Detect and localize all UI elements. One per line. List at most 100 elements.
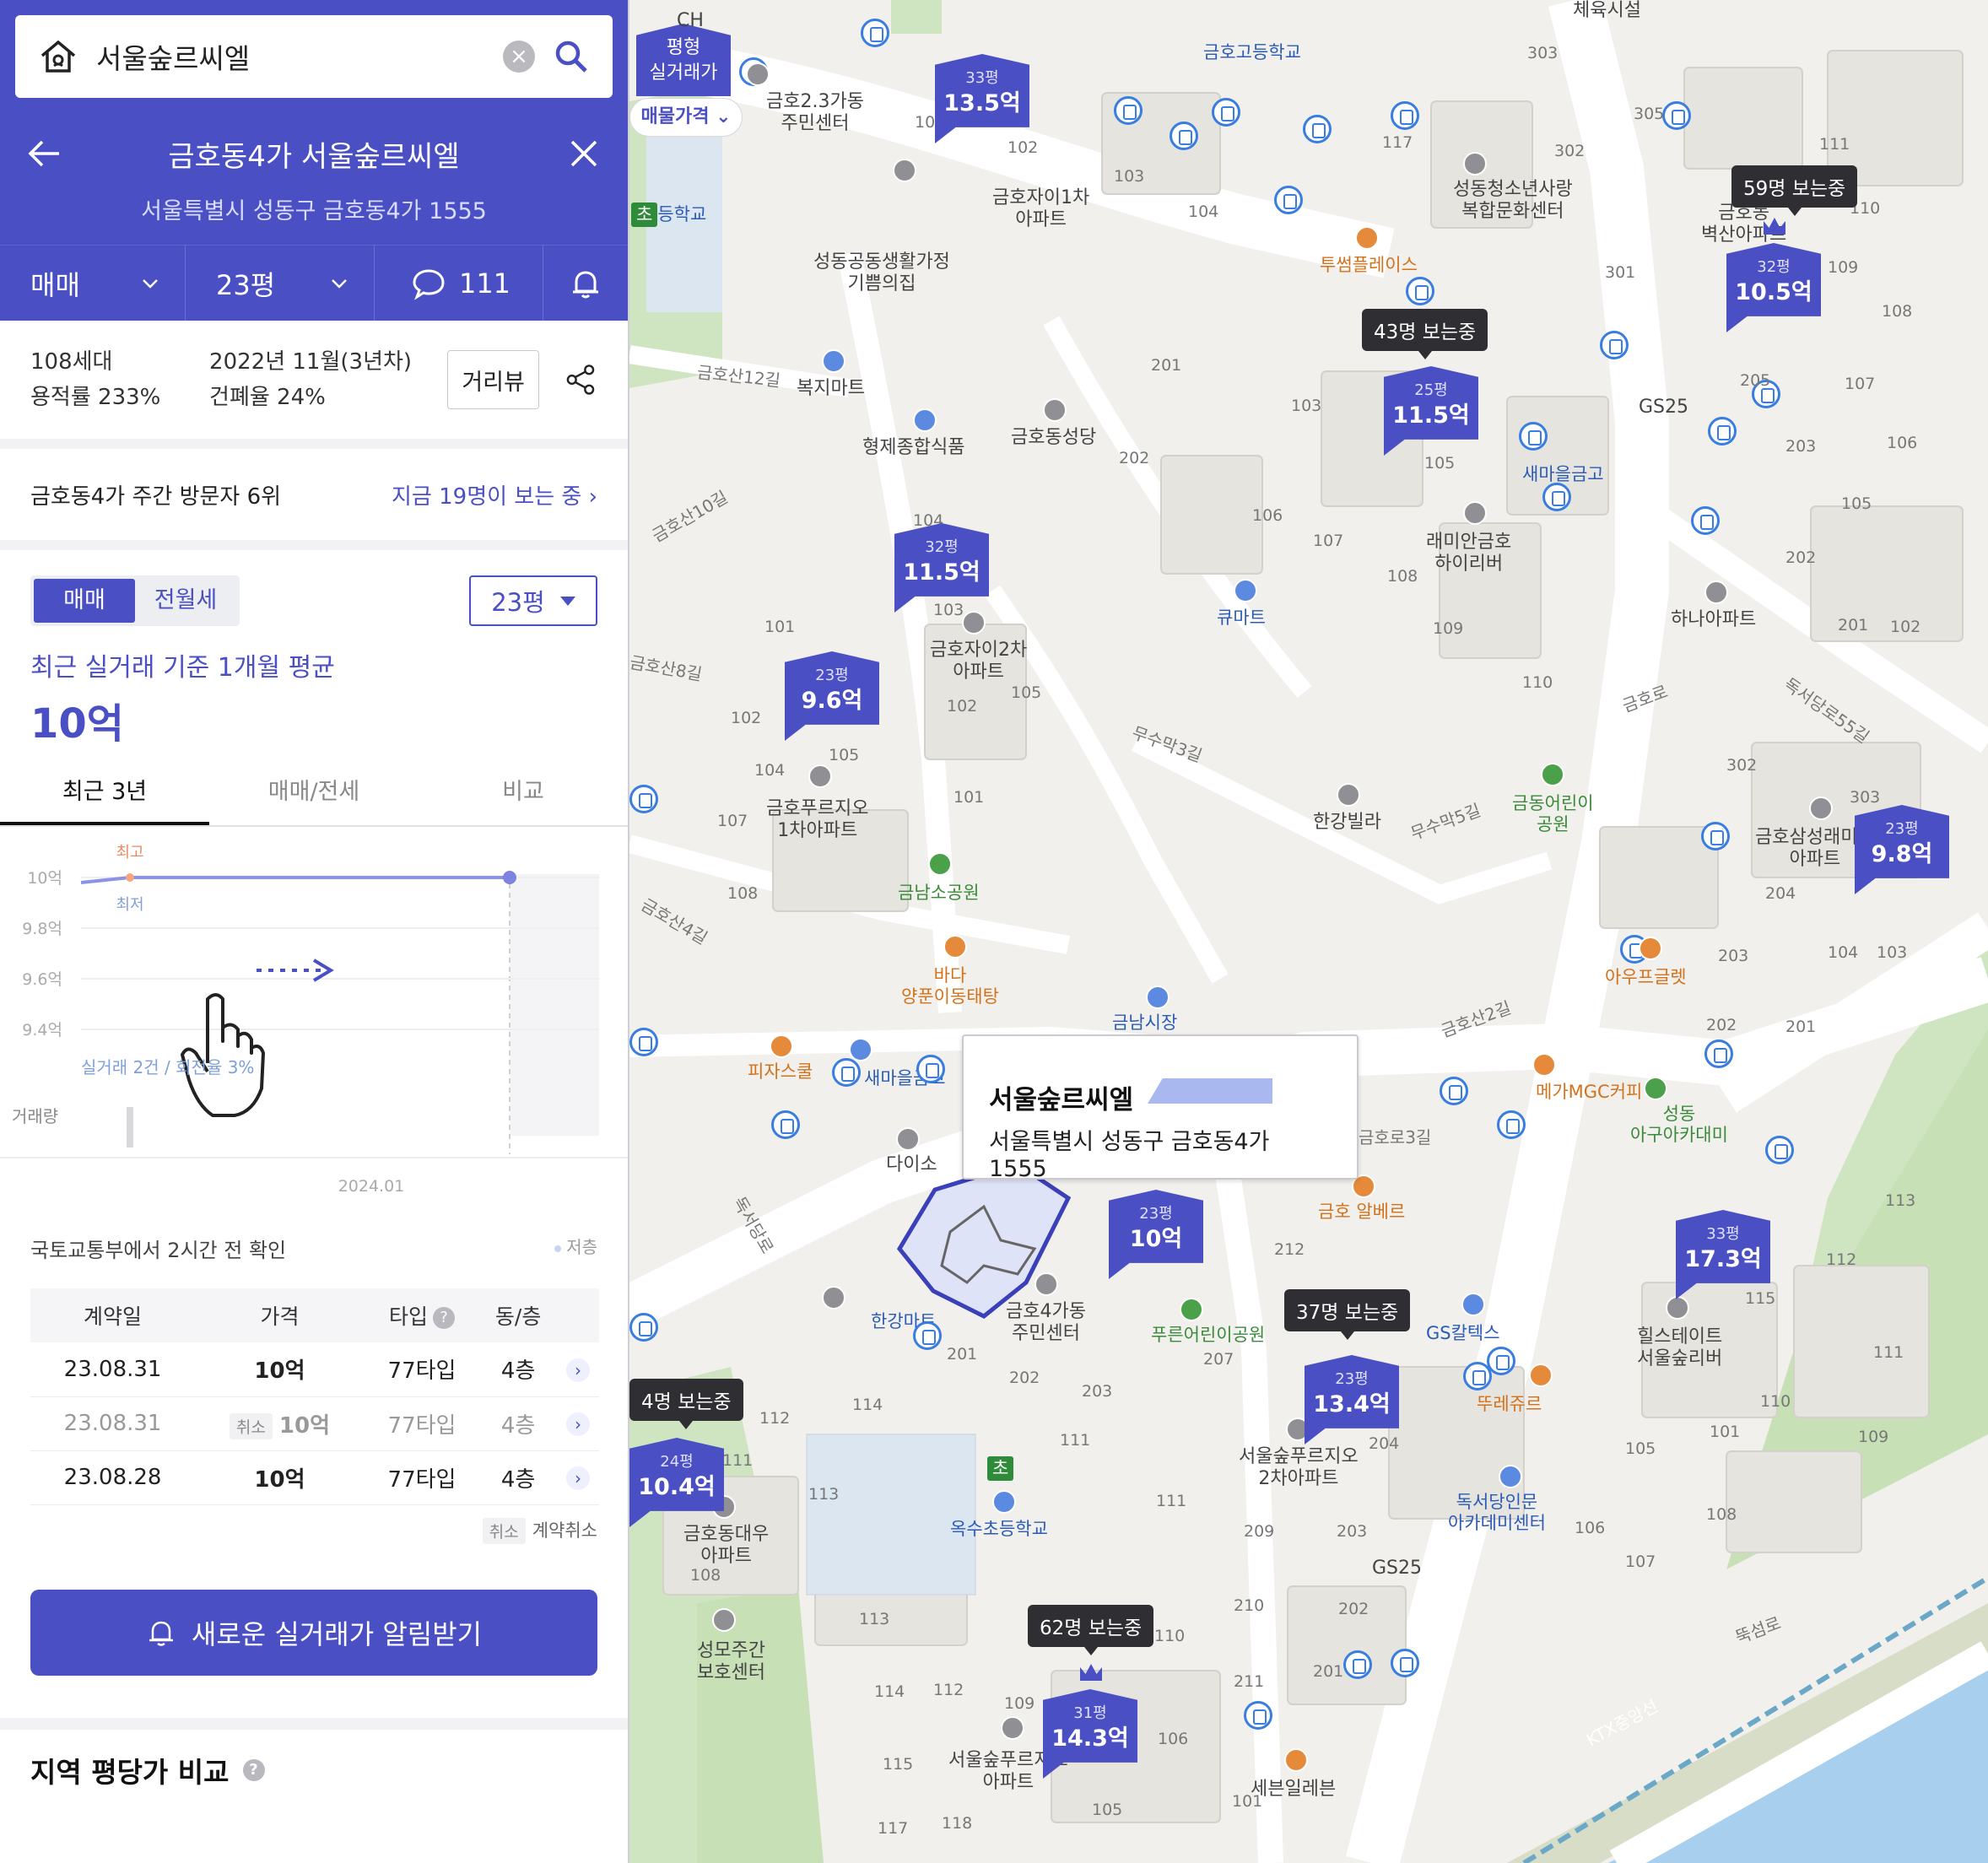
park-icon[interactable] (1541, 763, 1564, 786)
map-label[interactable]: 세븐일레븐 (1251, 1779, 1336, 1801)
map-label[interactable]: GS25 (1372, 1558, 1422, 1580)
map-label[interactable]: 다이소 (886, 1154, 937, 1176)
map-label[interactable]: CH (677, 10, 704, 32)
building-icon[interactable] (1704, 580, 1728, 604)
building-icon[interactable] (893, 159, 916, 182)
price-chart[interactable]: 10억 9.8억 9.6억 9.4억 최고 최저 실거래 2건 / 회전율 3% 거래량 202… (0, 827, 628, 1228)
map-label[interactable]: 피자스쿨 (748, 1061, 813, 1083)
clear-icon[interactable]: × (503, 40, 535, 73)
building-icon[interactable] (1463, 152, 1487, 176)
table-row[interactable]: 23.08.31 취소 10억 77타입 4층 › (30, 1396, 599, 1451)
chevron-right-icon[interactable]: › (566, 1466, 590, 1490)
price-pin[interactable]: 23평 13.4억 (1305, 1343, 1399, 1444)
bus-stop-icon[interactable] (1114, 96, 1143, 125)
chevron-right-icon[interactable]: › (566, 1358, 590, 1382)
bus-stop-icon[interactable] (1542, 483, 1571, 511)
building-icon[interactable] (1644, 1077, 1667, 1100)
elementary-flag-icon[interactable]: 초 (987, 1456, 1014, 1482)
bus-stop-icon[interactable] (913, 1321, 942, 1350)
bus-stop-icon[interactable] (1244, 1701, 1272, 1730)
building-icon[interactable] (808, 764, 832, 788)
map-label[interactable]: 복지마트 (797, 378, 865, 400)
map-label[interactable]: 옥수초등학교 (950, 1519, 1048, 1540)
map-label[interactable]: 뚜레쥬르 (1477, 1394, 1542, 1415)
bus-stop-icon[interactable] (1691, 506, 1720, 535)
bus-stop-icon[interactable] (861, 19, 889, 47)
bakery-icon[interactable] (1529, 1364, 1553, 1387)
map-label[interactable]: 금남소공원 (898, 883, 980, 904)
building-icon[interactable] (1463, 501, 1487, 525)
elementary-flag-icon[interactable]: 초 (631, 202, 658, 228)
map-label[interactable]: 새마을금고 (1522, 464, 1604, 485)
mart-icon[interactable] (913, 408, 937, 432)
cafe-icon[interactable] (1355, 226, 1379, 250)
market-icon[interactable] (1146, 986, 1170, 1009)
map-label[interactable]: 독서당인문 아카데미센터 (1448, 1492, 1546, 1534)
map-label[interactable]: 금동어린이 공원 (1512, 793, 1594, 835)
map-label[interactable]: 성동공동생활가정 기쁨의집 (813, 251, 950, 296)
building-icon[interactable] (1809, 796, 1833, 820)
search-box[interactable]: 서울숲르씨엘 × (15, 15, 613, 98)
building-icon[interactable] (1035, 1272, 1058, 1296)
map-label[interactable]: GS칼텍스 (1426, 1323, 1500, 1344)
map-label[interactable]: 금남시장 (1112, 1012, 1177, 1034)
bus-stop-icon[interactable] (1391, 1649, 1419, 1677)
cafe-icon[interactable] (1532, 1053, 1556, 1077)
mart-icon[interactable] (822, 349, 845, 373)
bus-stop-icon[interactable] (1212, 98, 1240, 127)
map-label[interactable]: 금호푸르지오 1차아파트 (766, 798, 868, 843)
search-icon[interactable] (554, 39, 589, 74)
map-label[interactable]: 큐마트 (1217, 608, 1266, 629)
bus-stop-icon[interactable] (1440, 1077, 1468, 1105)
tab-sale-jeonse[interactable]: 매매/전세 (209, 764, 419, 825)
tab-compare[interactable]: 비교 (419, 764, 628, 825)
bus-stop-icon[interactable] (1662, 101, 1691, 130)
map-label[interactable]: 금호 알베르 (1318, 1202, 1405, 1223)
map-label[interactable]: 성동청소년사랑 복합문화센터 (1453, 179, 1573, 224)
map-label[interactable]: 투썸플레이스 (1320, 255, 1418, 276)
map-label[interactable]: 형제종합식품 (862, 437, 964, 459)
notification-button[interactable] (543, 246, 628, 321)
park-icon[interactable] (928, 852, 952, 876)
library-icon[interactable] (1499, 1465, 1522, 1488)
price-pin[interactable]: 32평 11.5억 (894, 511, 989, 613)
map-label[interactable]: GS25 (1639, 397, 1688, 418)
church-icon[interactable] (1043, 398, 1067, 422)
comments-button[interactable]: 111 (375, 246, 543, 321)
price-pin[interactable]: 24평 10.4억 (629, 1426, 724, 1527)
map-label[interactable]: 체육시설 (1573, 0, 1641, 22)
map-label[interactable]: 아우프글렛 (1605, 967, 1687, 988)
bus-stop-icon[interactable] (916, 1055, 945, 1083)
price-pin[interactable]: 23평 9.6억 (785, 640, 879, 741)
building-icon[interactable] (962, 611, 986, 634)
bus-stop-icon[interactable] (1406, 277, 1434, 305)
bus-stop-icon[interactable] (1497, 1110, 1526, 1139)
map-label[interactable]: 하나아파트 (1671, 609, 1756, 631)
daiso-icon[interactable] (896, 1127, 920, 1151)
price-pin[interactable]: 23평 9.8억 (1855, 793, 1949, 894)
table-row[interactable]: 23.08.31 10억 77타입 4층 › (30, 1342, 599, 1397)
map-label[interactable]: 서울숲푸르지오 2차아파트 (1239, 1446, 1359, 1491)
pyeong-dropdown[interactable]: 23평 (186, 246, 375, 321)
map-label[interactable]: 한강빌라 (1313, 812, 1381, 834)
map-label[interactable]: 금호동대우 아파트 (683, 1524, 769, 1569)
bus-stop-icon[interactable] (1391, 101, 1419, 130)
bus-stop-icon[interactable] (1303, 115, 1332, 143)
toggle-sale[interactable]: 매매 (34, 579, 135, 623)
bus-stop-icon[interactable] (1274, 186, 1303, 214)
map-label[interactable]: 금호자이2차 아파트 (930, 640, 1027, 684)
price-alert-button[interactable]: 새로운 실거래가 알림받기 (30, 1590, 597, 1676)
bus-stop-icon[interactable] (629, 1028, 658, 1056)
street-view-button[interactable]: 거리뷰 (447, 350, 540, 409)
table-row[interactable]: 23.08.28 10억 77타입 4층 › (30, 1450, 599, 1505)
cafe-icon[interactable] (1639, 937, 1662, 960)
map-view[interactable]: 평형 실거래가 매물가격 ⌄ 체육시설 금호고등학교 금호2.3가동 주민센터 … (629, 0, 1988, 1863)
bus-stop-icon[interactable] (1765, 1136, 1794, 1164)
bus-stop-icon[interactable] (771, 1110, 800, 1139)
restaurant-icon[interactable] (770, 1034, 793, 1058)
price-pin[interactable]: 25평 11.5억 (1384, 354, 1478, 456)
bus-stop-icon[interactable] (1519, 422, 1548, 451)
map-label[interactable]: 금호2.3가동 주민센터 (766, 91, 864, 136)
map-label[interactable]: 래미안금호 하이리버 (1426, 532, 1511, 576)
restaurant-icon[interactable] (943, 935, 967, 958)
